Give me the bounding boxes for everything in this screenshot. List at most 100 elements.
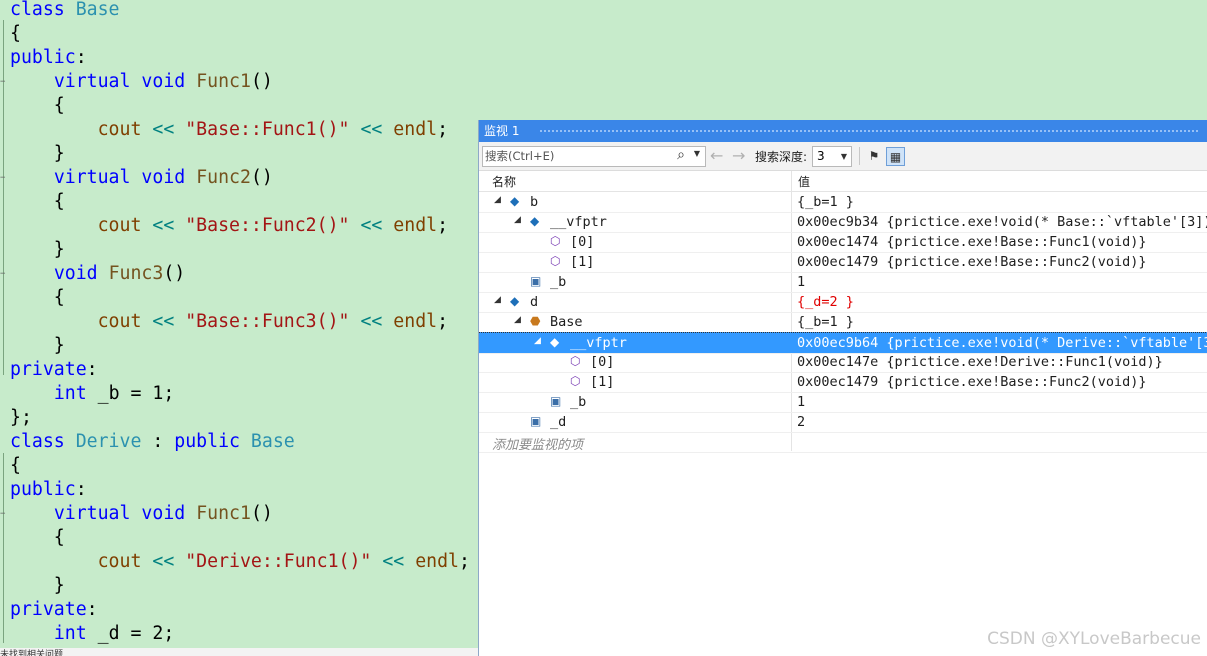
code-token: class bbox=[10, 431, 65, 452]
watch-row[interactable]: ▣ _b 1 bbox=[479, 392, 1207, 413]
private-field-icon: ▣ bbox=[550, 394, 562, 408]
search-depth-select[interactable]: 3 ▼ bbox=[812, 146, 852, 167]
code-line[interactable]: public: bbox=[10, 46, 87, 70]
column-name-header[interactable]: 名称 bbox=[492, 173, 516, 190]
watch-row-value[interactable]: 0x00ec1479 {prictice.exe!Base::Func2(voi… bbox=[797, 252, 1207, 272]
code-line[interactable]: class Derive : public Base bbox=[10, 430, 295, 454]
collapse-toggle-icon[interactable]: ◢ bbox=[494, 295, 501, 305]
search-box[interactable]: ⌕ ▼ bbox=[482, 146, 706, 167]
base-class-icon: ⬣ bbox=[530, 314, 541, 328]
code-line[interactable]: }; bbox=[10, 406, 32, 430]
watch-row-value[interactable]: 0x00ec1474 {prictice.exe!Base::Func1(voi… bbox=[797, 232, 1207, 252]
code-line[interactable]: cout << "Base::Func2()" << endl; bbox=[10, 214, 448, 238]
view-toggle-icon[interactable]: ▦ bbox=[886, 147, 905, 166]
code-token: Base bbox=[250, 431, 295, 452]
code-token: { bbox=[10, 23, 21, 44]
code-token: _d = 2; bbox=[86, 623, 175, 644]
code-line[interactable]: virtual void Func1() bbox=[10, 70, 273, 94]
search-next-icon[interactable]: → bbox=[732, 146, 745, 165]
code-line[interactable]: int _b = 1; bbox=[10, 382, 174, 406]
collapse-toggle-icon[interactable]: ◢ bbox=[514, 215, 521, 225]
collapse-toggle-icon[interactable]: ◢ bbox=[534, 336, 541, 346]
code-line[interactable]: void Func3() bbox=[10, 262, 185, 286]
code-line[interactable]: virtual void Func1() bbox=[10, 502, 273, 526]
watch-row[interactable]: ▣ _b 1 bbox=[479, 272, 1207, 293]
code-line[interactable]: class Base bbox=[10, 0, 120, 22]
watch-row[interactable]: ⬡ [1] 0x00ec1479 {prictice.exe!Base::Func2… bbox=[479, 252, 1207, 273]
watch-row-value[interactable]: {_b=1 } bbox=[797, 192, 1207, 212]
code-token: }; bbox=[10, 407, 32, 428]
watch-row-value[interactable]: {_d=2 } bbox=[797, 292, 1207, 312]
code-token: ; bbox=[459, 551, 470, 572]
code-token: } bbox=[10, 143, 65, 164]
watch-row[interactable]: ▣ _d 2 bbox=[479, 412, 1207, 433]
code-line[interactable]: { bbox=[10, 94, 65, 118]
watch-row[interactable]: ◢ ⬣ Base {_b=1 } bbox=[479, 312, 1207, 333]
code-token: void bbox=[141, 71, 186, 92]
code-line[interactable]: { bbox=[10, 22, 21, 46]
fold-toggle-icon[interactable]: − bbox=[0, 77, 8, 87]
add-watch-row[interactable]: 添加要监视的项 bbox=[479, 432, 1207, 453]
code-line[interactable]: private: bbox=[10, 358, 98, 382]
search-previous-icon[interactable]: ← bbox=[710, 146, 723, 165]
code-line[interactable]: } bbox=[10, 238, 65, 262]
code-line[interactable]: cout << "Base::Func3()" << endl; bbox=[10, 310, 448, 334]
search-depth-label: 搜索深度: bbox=[755, 150, 808, 164]
code-line[interactable]: { bbox=[10, 190, 65, 214]
watch-row[interactable]: ⬡ [1] 0x00ec1479 {prictice.exe!Base::Func2… bbox=[479, 372, 1207, 393]
code-line[interactable]: cout << "Base::Func1()" << endl; bbox=[10, 118, 448, 142]
object-icon: ◆ bbox=[530, 214, 540, 228]
watch-row-value[interactable]: 1 bbox=[797, 272, 1207, 292]
collapse-toggle-icon[interactable]: ◢ bbox=[494, 195, 501, 205]
code-line[interactable]: } bbox=[10, 142, 65, 166]
watch-row[interactable]: ◢ ◆ __vfptr 0x00ec9b34 {prictice.exe!void(*… bbox=[479, 212, 1207, 233]
watch-window[interactable]: 监视 1 ⌕ ▼ ← → 搜索深度: 3 ▼ ⚑ ▦ 名称 值 ◢ ◆ b {_b=1… bbox=[478, 120, 1207, 656]
code-line[interactable]: { bbox=[10, 526, 65, 550]
watch-row[interactable]: ⬡ [0] 0x00ec147e {prictice.exe!Derive::Fun… bbox=[479, 352, 1207, 373]
watch-row-value[interactable]: 2 bbox=[797, 412, 1207, 432]
watch-row-value[interactable]: 0x00ec9b34 {prictice.exe!void(* Base::`v… bbox=[797, 212, 1207, 232]
watch-row-value[interactable]: 1 bbox=[797, 392, 1207, 412]
code-line[interactable]: } bbox=[10, 574, 65, 598]
code-line[interactable]: int _d = 2; bbox=[10, 622, 174, 646]
code-line[interactable]: { bbox=[10, 286, 65, 310]
code-line[interactable]: private: bbox=[10, 598, 98, 622]
watch-row-name: [1] bbox=[590, 374, 615, 390]
watch-row[interactable]: ◢ ◆ d {_d=2 } bbox=[479, 292, 1207, 313]
code-token: () bbox=[250, 167, 273, 188]
code-token: Func1 bbox=[196, 503, 251, 524]
watch-row-value[interactable]: 0x00ec1479 {prictice.exe!Base::Func2(voi… bbox=[797, 372, 1207, 392]
watch-row-name: _b bbox=[550, 274, 567, 290]
code-token: void bbox=[141, 503, 186, 524]
code-line[interactable]: } bbox=[10, 334, 65, 358]
code-token: << bbox=[152, 551, 175, 572]
watch-row-value[interactable]: {_b=1 } bbox=[797, 312, 1207, 332]
watch-row-value[interactable]: 0x00ec9b64 {prictice.exe!void(* Derive::… bbox=[797, 333, 1207, 353]
watch-row-value[interactable]: 0x00ec147e {prictice.exe!Derive::Func1(v… bbox=[797, 352, 1207, 372]
fold-toggle-icon[interactable]: − bbox=[0, 509, 8, 519]
watch-row[interactable]: ◢ ◆ __vfptr 0x00ec9b64 {prictice.exe!void(*… bbox=[479, 332, 1207, 354]
code-line[interactable]: public: bbox=[10, 478, 87, 502]
watch-row[interactable]: ⬡ [0] 0x00ec1474 {prictice.exe!Base::Func1… bbox=[479, 232, 1207, 253]
collapse-toggle-icon[interactable]: ◢ bbox=[514, 315, 521, 325]
fold-toggle-icon[interactable]: − bbox=[0, 269, 8, 279]
toolbar-separator bbox=[859, 147, 860, 165]
code-line[interactable]: virtual void Func2() bbox=[10, 166, 273, 190]
watch-row[interactable]: ◢ ◆ b {_b=1 } bbox=[479, 192, 1207, 213]
fold-toggle-icon[interactable]: − bbox=[0, 173, 8, 183]
column-value-header[interactable]: 值 bbox=[798, 173, 810, 190]
search-icon[interactable]: ⌕ bbox=[677, 147, 685, 163]
code-line[interactable]: { bbox=[10, 454, 21, 478]
watch-row-name: [0] bbox=[590, 354, 615, 370]
search-input[interactable] bbox=[485, 148, 671, 164]
search-dropdown-icon[interactable]: ▼ bbox=[694, 149, 700, 158]
code-line[interactable]: cout << "Derive::Func1()" << endl; bbox=[10, 550, 470, 574]
pin-filter-icon[interactable]: ⚑ bbox=[865, 147, 883, 165]
watch-title-bar[interactable]: 监视 1 bbox=[479, 120, 1207, 142]
